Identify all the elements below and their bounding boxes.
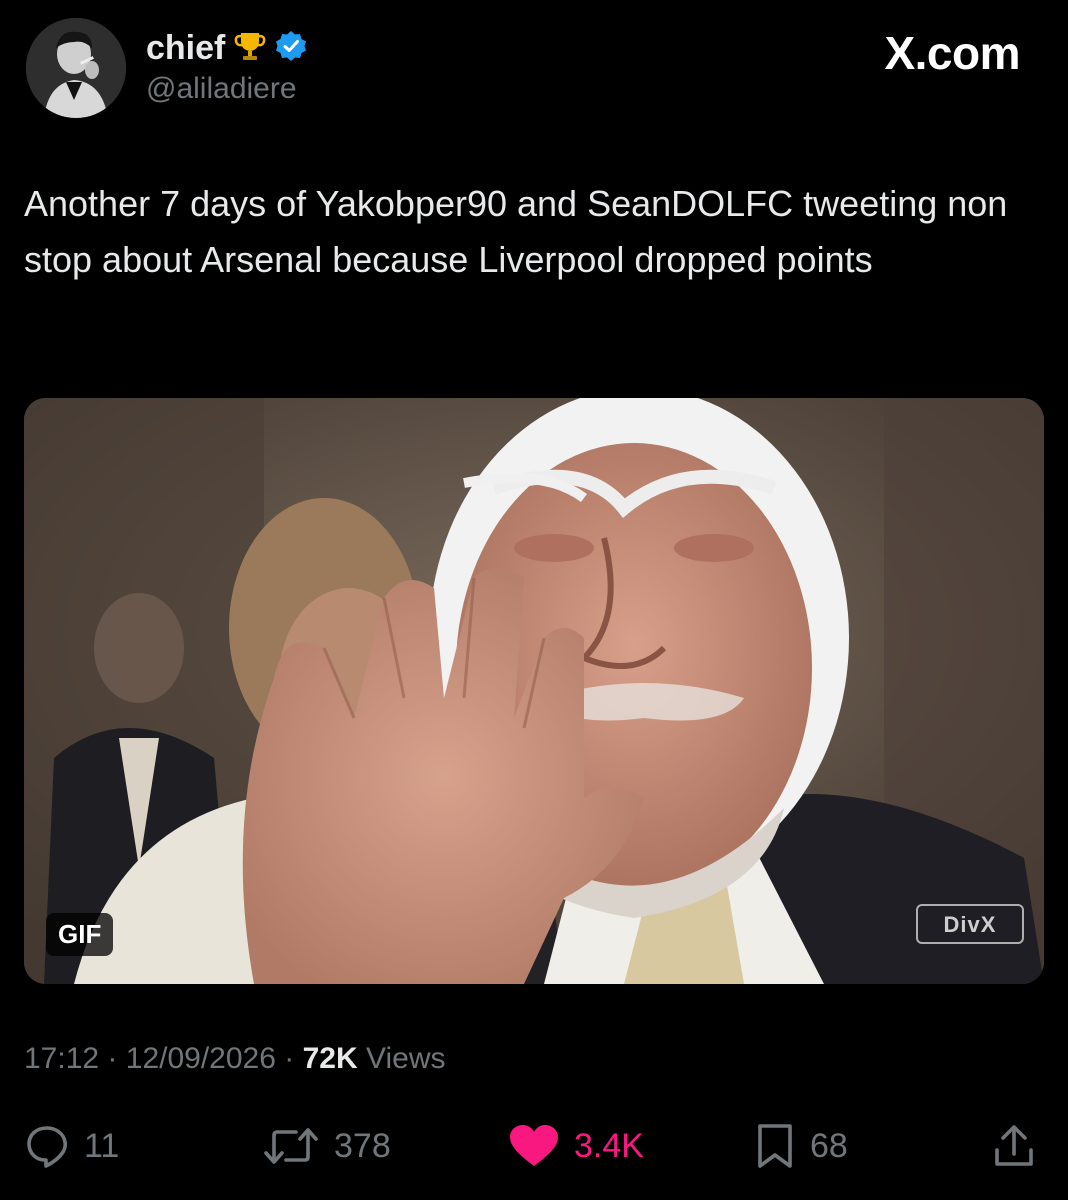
tweet-meta: 17:12 · 12/09/2026 · 72K Views (24, 1042, 445, 1076)
meta-separator: · (284, 1042, 295, 1075)
author-handle[interactable]: @aliladiere (146, 72, 307, 106)
divx-logo: DivX (916, 904, 1024, 944)
tweet-header: chief @aliladiere X.com (26, 18, 1042, 128)
share-icon (992, 1122, 1036, 1170)
tweet-date[interactable]: 12/09/2026 (126, 1042, 276, 1075)
repost-count: 378 (334, 1126, 391, 1165)
bookmark-button[interactable]: 68 (754, 1116, 848, 1176)
like-count: 3.4K (574, 1126, 644, 1165)
tweet-text: Another 7 days of Yakobper90 and SeanDOL… (24, 183, 1008, 280)
bookmark-icon (754, 1122, 796, 1170)
tweet-time[interactable]: 17:12 (24, 1042, 99, 1075)
author-block: chief @aliladiere (146, 28, 307, 106)
x-com-watermark: X.com (884, 27, 1020, 79)
author-name-row: chief (146, 28, 307, 68)
reply-icon (24, 1123, 70, 1169)
tweet-media-gif[interactable]: GIF DivX (24, 398, 1044, 984)
verified-badge-icon (275, 30, 307, 67)
gif-frame-image (24, 398, 1044, 984)
like-heart-icon (508, 1123, 560, 1169)
bookmark-count: 68 (810, 1126, 848, 1165)
share-button[interactable] (992, 1116, 1036, 1176)
reply-count: 11 (84, 1126, 120, 1165)
repost-icon (262, 1123, 320, 1169)
views-label: Views (366, 1042, 446, 1075)
like-button[interactable]: 3.4K (508, 1116, 644, 1176)
meta-separator: · (107, 1042, 118, 1075)
avatar[interactable] (26, 18, 126, 118)
action-bar: 11 378 3.4K 68 (24, 1116, 1044, 1176)
display-name[interactable]: chief (146, 29, 225, 68)
repost-button[interactable]: 378 (262, 1116, 391, 1176)
gif-badge: GIF (46, 913, 114, 956)
views-count[interactable]: 72K (303, 1042, 358, 1075)
reply-button[interactable]: 11 (24, 1116, 119, 1176)
trophy-icon (233, 29, 267, 68)
